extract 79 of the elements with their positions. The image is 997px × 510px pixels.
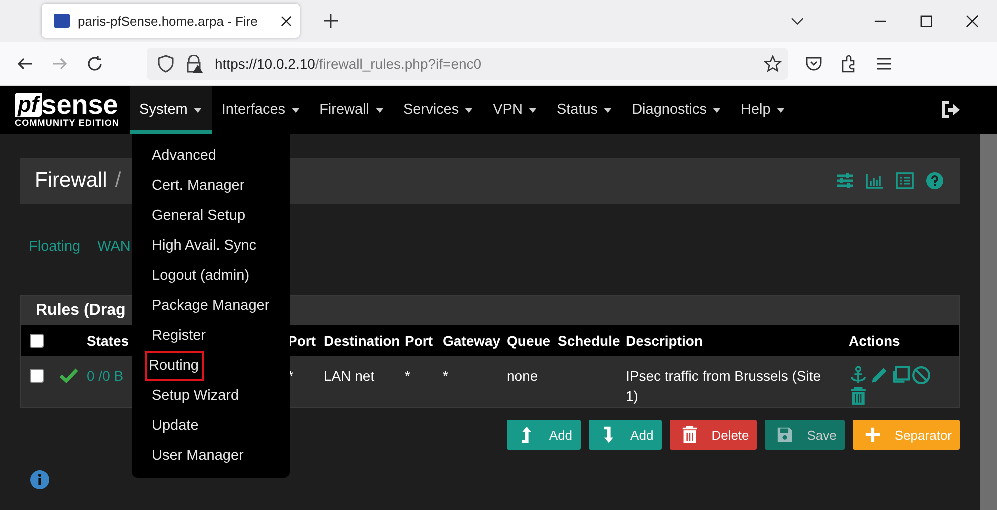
copy-icon[interactable]	[891, 366, 910, 385]
browser-tab[interactable]: paris-pfSense.home.arpa - Fire	[42, 4, 300, 38]
nav-menu-item[interactable]: System	[130, 86, 212, 134]
column-header: States	[87, 332, 130, 348]
panel-title: Rules (Drag	[36, 302, 126, 320]
nav-menu-item[interactable]: VPN	[483, 86, 547, 134]
nav-menu-item[interactable]: Firewall	[310, 86, 394, 134]
caret-icon	[776, 108, 785, 112]
help-icon[interactable]	[926, 172, 944, 190]
lock-warning-icon[interactable]	[185, 54, 203, 72]
disable-icon[interactable]	[912, 366, 931, 385]
menu-item[interactable]: Update	[132, 411, 213, 441]
anchor-icon[interactable]	[849, 366, 868, 385]
column-header: Gateway	[443, 332, 502, 348]
pocket-icon[interactable]	[805, 54, 823, 72]
menu-item[interactable]: Advanced	[132, 141, 230, 171]
menu-item[interactable]: Logout (admin)	[132, 261, 264, 291]
logout-icon[interactable]	[941, 101, 961, 119]
shield-icon[interactable]	[157, 54, 175, 72]
address-bar[interactable]: https://10.0.2.10/firewall_rules.php?if=enc0	[147, 48, 788, 80]
maximize-icon[interactable]	[920, 14, 933, 28]
interface-tab[interactable]: Floating	[29, 239, 81, 259]
column-header: Queue	[507, 332, 552, 348]
logo-wordmark[interactable]: sense	[42, 92, 118, 118]
row-checkbox[interactable]	[30, 369, 44, 383]
pencil-icon[interactable]	[870, 366, 889, 385]
caret-icon	[376, 108, 384, 112]
tab-title: paris-pfSense.home.arpa - Fire	[78, 14, 259, 28]
bar-chart-icon[interactable]	[866, 172, 884, 190]
trash-icon	[682, 426, 698, 444]
delete-button[interactable]: Delete	[670, 420, 758, 450]
info-icon[interactable]	[30, 470, 50, 490]
table-cell-text: LAN net	[324, 367, 376, 386]
table-cell-text: *	[405, 367, 412, 386]
nav-menu-item[interactable]: Help	[731, 86, 795, 134]
menu-item[interactable]: Cert. Manager	[132, 171, 259, 201]
new-tab-icon[interactable]	[324, 14, 338, 28]
star-icon[interactable]	[764, 54, 782, 72]
nav-menu-item[interactable]: Interfaces	[212, 86, 310, 134]
list-icon[interactable]	[896, 172, 914, 190]
logo-mark[interactable]: pf	[15, 93, 42, 117]
column-header: Description	[626, 332, 704, 348]
nav-menu-item[interactable]: Services	[394, 86, 484, 134]
menu-item[interactable]: General Setup	[132, 201, 260, 231]
trash-icon[interactable]	[849, 387, 868, 406]
breadcrumb-separator: /	[115, 169, 122, 193]
select-all-checkbox[interactable]	[30, 334, 44, 348]
url-text: https://10.0.2.10/firewall_rules.php?if=enc0	[215, 56, 482, 72]
caret-icon	[528, 108, 537, 112]
menu-item[interactable]: Package Manager	[132, 291, 284, 321]
menu-item[interactable]: High Avail. Sync	[132, 231, 271, 261]
close-icon[interactable]	[281, 16, 292, 26]
menu-item[interactable]: Register	[132, 321, 220, 351]
table-cell-text: *	[443, 367, 450, 386]
close-icon[interactable]	[966, 14, 979, 28]
menu-item[interactable]: Routing	[145, 351, 204, 381]
column-header: Schedule	[558, 332, 622, 348]
menu-item[interactable]: Setup Wizard	[132, 381, 254, 411]
sliders-icon[interactable]	[836, 172, 854, 190]
site-favicon-icon	[54, 14, 70, 28]
table-cell-text: IPsec traffic from Brussels (Site 1)	[626, 367, 822, 406]
page-title: Firewall	[35, 169, 108, 193]
column-header: Actions	[849, 332, 902, 348]
caret-icon	[465, 108, 474, 112]
plus-icon	[864, 426, 881, 444]
caret-icon	[604, 108, 612, 112]
menu-item[interactable]: User Manager	[132, 441, 258, 471]
nav-menu-item[interactable]: Status	[546, 86, 622, 134]
caret-icon	[292, 108, 300, 112]
nav-menu-item[interactable]: Diagnostics	[622, 86, 732, 134]
table-cell-text: none	[507, 367, 540, 386]
caret-icon	[713, 108, 722, 112]
scrollbar[interactable]	[980, 134, 997, 510]
reload-icon[interactable]	[86, 54, 104, 72]
logo-edition: COMMUNITY EDITION	[15, 118, 120, 128]
interface-tab[interactable]: WAN	[98, 239, 131, 259]
caret-icon	[194, 108, 202, 112]
column-header: Destination	[324, 332, 402, 348]
column-header: Port	[405, 332, 434, 348]
